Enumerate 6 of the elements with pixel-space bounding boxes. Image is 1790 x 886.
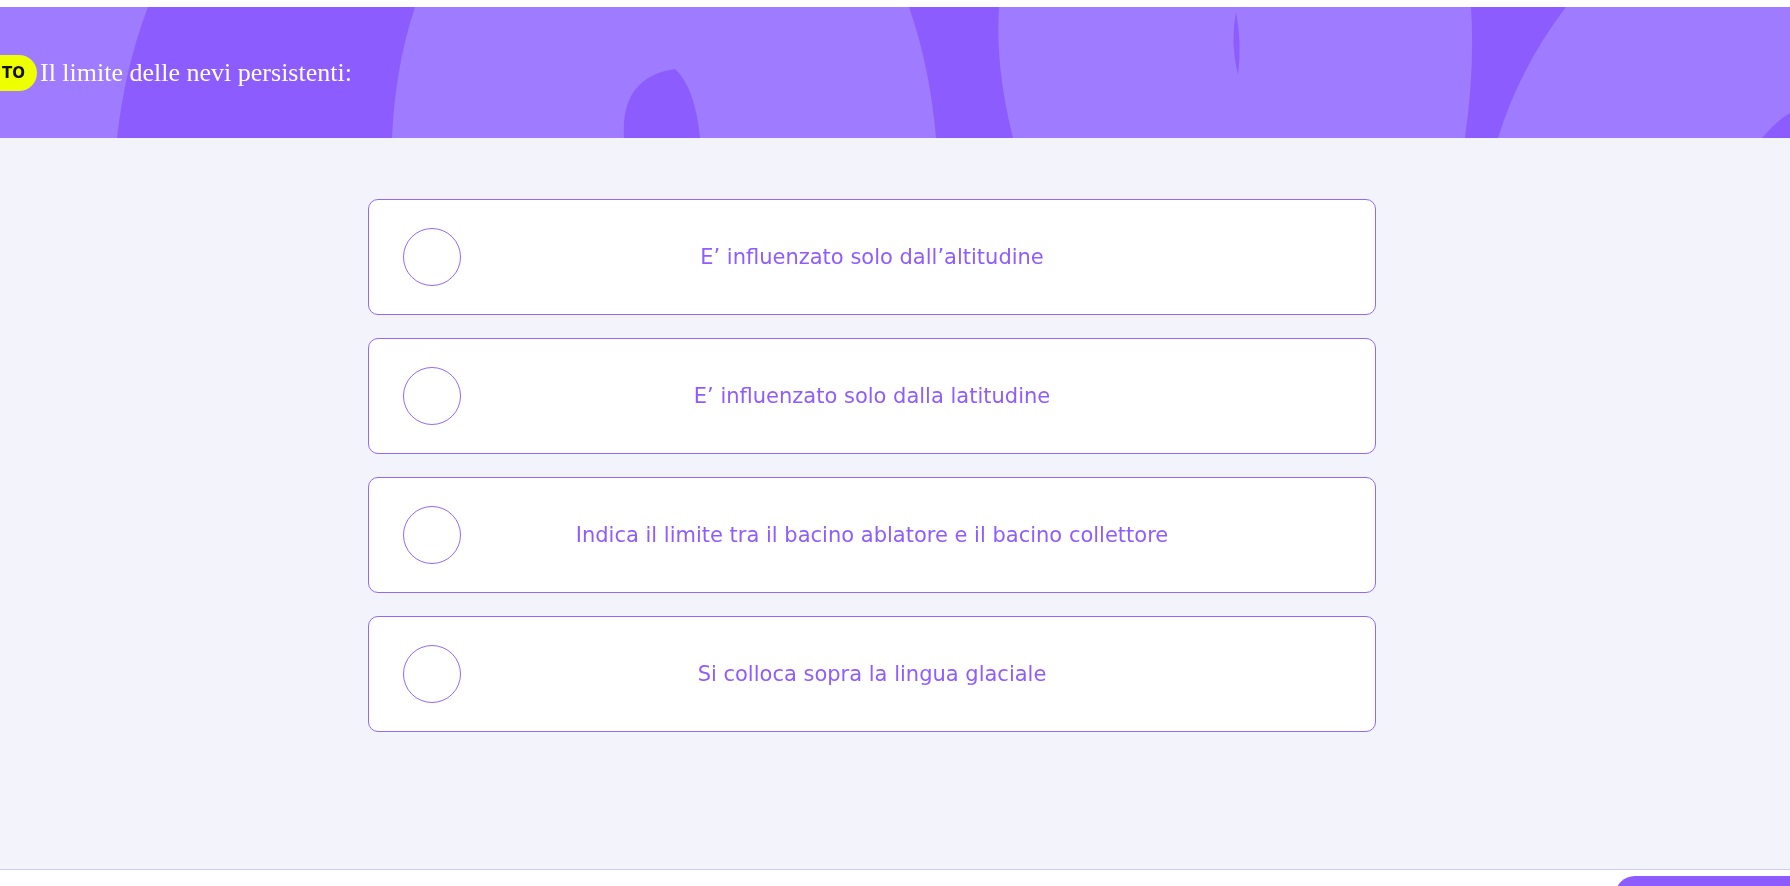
question-text: Il limite delle nevi persistenti: [40,57,352,88]
answer-option[interactable]: Indica il limite tra il bacino ablatore e il bacino collettore [368,477,1376,593]
answer-option[interactable]: Si colloca sopra la lingua glaciale [368,616,1376,732]
answer-option[interactable]: E’ influenzato solo dalla latitudine [368,338,1376,454]
question-badge: TO [0,54,37,91]
answer-option[interactable]: E’ influenzato solo dall’altitudine [368,199,1376,315]
